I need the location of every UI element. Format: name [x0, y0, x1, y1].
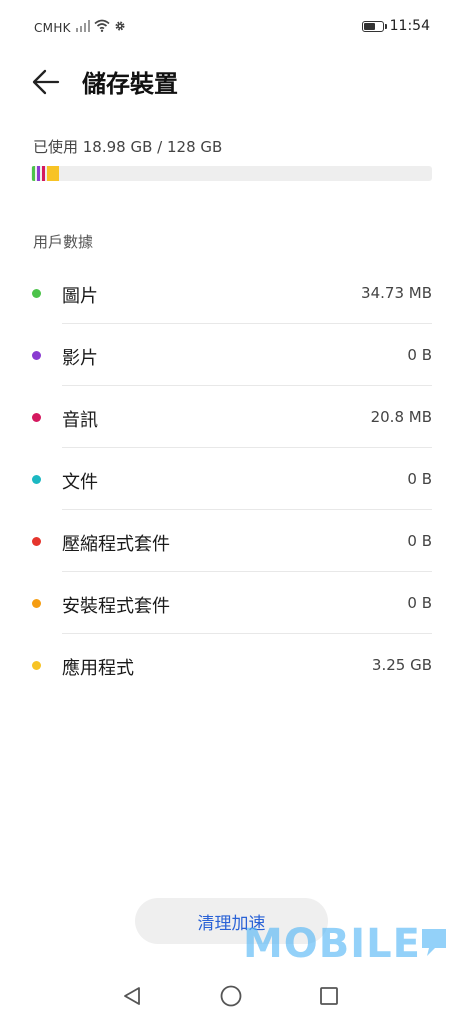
list-item-audio[interactable]: 音訊 20.8 MB — [0, 386, 463, 448]
list-item-value: 0 B — [407, 532, 432, 550]
list-item-installers[interactable]: 安裝程式套件 0 B — [0, 572, 463, 634]
list-item-value: 0 B — [407, 594, 432, 612]
back-triangle-icon — [124, 987, 140, 1005]
list-item-value: 34.73 MB — [361, 284, 432, 302]
list-item-label: 影片 — [62, 348, 98, 369]
wifi-icon — [94, 19, 110, 32]
color-dot-icon — [32, 289, 41, 298]
signal-icon — [76, 19, 90, 32]
color-dot-icon — [32, 537, 41, 546]
status-time: 11:54 — [389, 18, 430, 34]
back-button[interactable] — [26, 62, 66, 102]
color-dot-icon — [32, 661, 41, 670]
nav-back-button[interactable] — [116, 980, 148, 1012]
status-bar: CMHK 11:54 — [0, 0, 463, 56]
speech-bubble-icon — [422, 929, 446, 956]
nav-home-button[interactable] — [215, 980, 247, 1012]
list-item-apps[interactable]: 應用程式 3.25 GB — [0, 634, 463, 696]
list-item-images[interactable]: 圖片 34.73 MB — [0, 262, 463, 324]
battery-area: 11:54 — [361, 18, 430, 34]
list-item-videos[interactable]: 影片 0 B — [0, 324, 463, 386]
color-dot-icon — [32, 599, 41, 608]
recents-square-icon — [320, 987, 338, 1005]
list-item-label: 應用程式 — [62, 658, 134, 679]
list-item-documents[interactable]: 文件 0 B — [0, 448, 463, 510]
list-item-archives[interactable]: 壓縮程式套件 0 B — [0, 510, 463, 572]
clean-up-button[interactable]: 清理加速 — [135, 898, 328, 944]
app-bar: 儲存裝置 — [0, 56, 463, 106]
storage-usage-text: 已使用 18.98 GB / 128 GB — [33, 138, 223, 156]
color-dot-icon — [32, 475, 41, 484]
page-title: 儲存裝置 — [82, 70, 178, 98]
list-item-label: 安裝程式套件 — [62, 596, 170, 617]
usage-segment-apps — [47, 166, 59, 181]
list-item-label: 壓縮程式套件 — [62, 534, 170, 555]
home-circle-icon — [220, 985, 242, 1007]
storage-category-list: 圖片 34.73 MB 影片 0 B 音訊 20.8 MB 文件 0 B 壓縮程… — [0, 262, 463, 696]
system-navigation-bar — [0, 968, 463, 1024]
section-label-user-data: 用戶數據 — [33, 233, 94, 251]
list-item-label: 圖片 — [62, 286, 98, 307]
settings-gear-icon — [115, 20, 125, 31]
color-dot-icon — [32, 351, 41, 360]
list-item-value: 3.25 GB — [371, 656, 432, 674]
carrier-label: CMHK — [34, 21, 71, 35]
status-icons — [76, 19, 126, 32]
list-item-value: 0 B — [407, 470, 432, 488]
color-dot-icon — [32, 413, 41, 422]
list-item-label: 音訊 — [62, 410, 98, 431]
battery-icon — [361, 20, 387, 32]
storage-usage-bar — [31, 166, 432, 181]
list-item-value: 0 B — [407, 346, 432, 364]
list-item-label: 文件 — [62, 472, 98, 493]
list-item-value: 20.8 MB — [370, 408, 432, 426]
nav-recents-button[interactable] — [313, 980, 345, 1012]
arrow-left-icon — [32, 69, 60, 95]
